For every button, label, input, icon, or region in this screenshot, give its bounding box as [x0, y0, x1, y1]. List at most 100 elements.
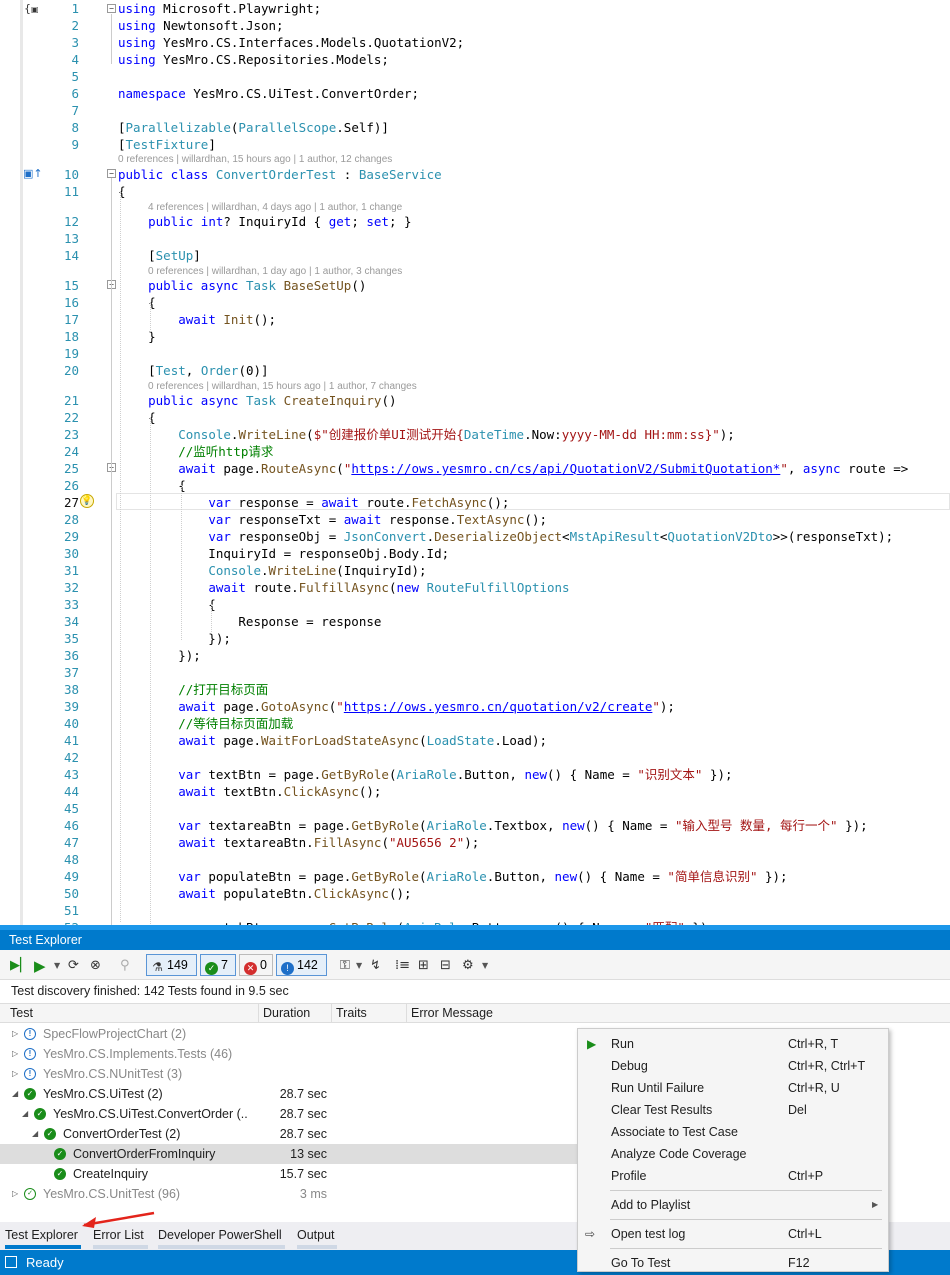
test-tree-row[interactable]: ▷! SpecFlowProjectChart (2) — [0, 1024, 578, 1044]
menu-item-run-until-failure[interactable]: Run Until Failure Ctrl+R, U — [578, 1077, 888, 1099]
code-line[interactable]: namespace YesMro.CS.UiTest.ConvertOrder; — [118, 85, 419, 102]
cancel-run-icon[interactable]: ⊗ — [90, 957, 101, 975]
run-on-build-icon[interactable]: ↯ — [370, 957, 381, 975]
code-line[interactable]: using YesMro.CS.Repositories.Models; — [118, 51, 389, 68]
codelens-info[interactable]: 0 references | willardhan, 15 hours ago … — [148, 381, 417, 392]
code-editor[interactable]: {▣ ▣↑ 💡 1 using Microsoft.Playwright; 2 usi… — [0, 0, 950, 925]
fold-toggle-icon[interactable]: − — [107, 169, 116, 178]
test-tree-row[interactable]: ▷! YesMro.CS.Implements.Tests (46) — [0, 1044, 578, 1064]
run-all-icon[interactable]: ▶▏ — [10, 957, 30, 975]
code-line[interactable]: await page.WaitForLoadStateAsync(LoadSta… — [118, 732, 547, 749]
code-line[interactable]: { — [118, 477, 186, 494]
test-tree-row[interactable]: ✓ ConvertOrderFromInquiry 13 sec — [0, 1144, 578, 1164]
line-number: 23 — [63, 427, 79, 442]
code-line[interactable]: await route.FulfillAsync(new RouteFulfil… — [118, 579, 569, 596]
codelens-info[interactable]: 0 references | willardhan, 1 day ago | 1… — [148, 266, 402, 277]
test-tree-row[interactable]: ◢ ✓ YesMro.CS.UiTest (2) 28.7 sec — [0, 1084, 578, 1104]
codelens-info[interactable]: 0 references | willardhan, 15 hours ago … — [118, 154, 392, 165]
code-line[interactable]: await populateBtn.ClickAsync(); — [118, 885, 411, 902]
run-icon[interactable]: ▶ — [34, 957, 46, 975]
code-line[interactable]: public int? InquiryId { get; set; } — [118, 213, 411, 230]
not-run-tests-filter[interactable]: ! 142 — [276, 954, 327, 976]
code-line[interactable]: var textareaBtn = page.GetByRole(AriaRol… — [118, 817, 867, 834]
tab-test-explorer[interactable]: Test Explorer — [5, 1225, 78, 1245]
code-line[interactable]: //监听http请求 — [118, 443, 273, 460]
fold-toggle-icon[interactable]: − — [107, 4, 116, 13]
code-line[interactable]: using Newtonsoft.Json; — [118, 17, 284, 34]
gear-icon[interactable]: ⚙ — [462, 957, 474, 975]
collapse-arrow-icon[interactable]: ◢ — [32, 1124, 38, 1144]
menu-item-debug[interactable]: Debug Ctrl+R, Ctrl+T — [578, 1055, 888, 1077]
menu-item-associate-to-test-case[interactable]: Associate to Test Case — [578, 1121, 888, 1143]
code-line[interactable]: [TestFixture] — [118, 136, 216, 153]
code-line[interactable]: }); — [118, 630, 231, 647]
code-line[interactable]: InquiryId = responseObj.Body.Id; — [118, 545, 449, 562]
code-line[interactable]: var responseObj = JsonConvert.Deserializ… — [118, 528, 893, 545]
code-line[interactable]: { — [118, 596, 216, 613]
group-by-icon[interactable]: ⁞≡ — [395, 957, 410, 975]
rerun-icon[interactable]: ⟳ — [68, 957, 79, 975]
menu-item-add-to-playlist[interactable]: Add to Playlist ▶ — [578, 1194, 888, 1216]
expand-arrow-icon[interactable]: ▷ — [12, 1044, 18, 1064]
code-line[interactable]: [Test, Order(0)] — [118, 362, 268, 379]
code-line[interactable]: var populateBtn = page.GetByRole(AriaRol… — [118, 868, 787, 885]
column-error-message[interactable]: Error Message — [407, 1004, 950, 1023]
code-line[interactable]: //打开目标页面 — [118, 681, 268, 698]
code-line[interactable]: Console.WriteLine($"创建报价单UI测试开始{DateTime… — [118, 426, 735, 443]
code-line[interactable]: [Parallelizable(ParallelScope.Self)] — [118, 119, 389, 136]
playlist-dropdown-icon[interactable]: ▼ — [356, 957, 362, 975]
playlist-icon[interactable]: ⚿ — [340, 957, 350, 975]
code-line[interactable]: public class ConvertOrderTest : BaseServ… — [118, 166, 442, 183]
menu-item-run[interactable]: ▶ Run Ctrl+R, T — [578, 1033, 888, 1055]
failed-tests-filter[interactable]: ✕ 0 — [239, 954, 273, 976]
test-tree-row[interactable]: ✓ CreateInquiry 15.7 sec — [0, 1164, 578, 1184]
expand-arrow-icon[interactable]: ▷ — [12, 1064, 18, 1084]
code-line[interactable]: }); — [118, 647, 201, 664]
lightbulb-icon[interactable]: 💡 — [80, 494, 94, 508]
menu-item-clear-test-results[interactable]: Clear Test Results Del — [578, 1099, 888, 1121]
code-line[interactable]: await page.RouteAsync("https://ows.yesmr… — [118, 460, 908, 477]
tab-output[interactable]: Output — [297, 1225, 335, 1245]
code-line[interactable]: await page.GotoAsync("https://ows.yesmro… — [118, 698, 675, 715]
code-line[interactable]: await textBtn.ClickAsync(); — [118, 783, 381, 800]
collapse-arrow-icon[interactable]: ◢ — [22, 1104, 28, 1124]
collapse-all-icon[interactable]: ⊟ — [440, 957, 451, 975]
menu-item-profile[interactable]: Profile Ctrl+P — [578, 1165, 888, 1187]
code-line[interactable]: public async Task BaseSetUp() — [118, 277, 366, 294]
column-test[interactable]: Test — [6, 1004, 259, 1023]
code-line[interactable]: await textareaBtn.FillAsync("AU5656 2"); — [118, 834, 479, 851]
expand-arrow-icon[interactable]: ▷ — [12, 1024, 18, 1044]
passed-icon: ✓ — [34, 1108, 46, 1120]
code-line[interactable]: Console.WriteLine(InquiryId); — [118, 562, 426, 579]
passed-tests-filter[interactable]: ✓ 7 — [200, 954, 236, 976]
menu-item-go-to-test[interactable]: Go To Test F12 — [578, 1252, 888, 1274]
column-duration[interactable]: Duration — [259, 1004, 332, 1023]
settings-dropdown-icon[interactable]: ▼ — [482, 957, 488, 975]
column-traits[interactable]: Traits — [332, 1004, 407, 1023]
total-tests-filter[interactable]: ⚗ 149 — [146, 954, 197, 976]
code-line[interactable]: [SetUp] — [118, 247, 201, 264]
code-line[interactable]: await Init(); — [118, 311, 276, 328]
menu-item-analyze-code-coverage[interactable]: Analyze Code Coverage — [578, 1143, 888, 1165]
code-line[interactable]: using YesMro.CS.Interfaces.Models.Quotat… — [118, 34, 464, 51]
menu-item-open-test-log[interactable]: ⇨ Open test log Ctrl+L — [578, 1223, 888, 1245]
expand-arrow-icon[interactable]: ▷ — [12, 1184, 18, 1204]
test-tree-row[interactable]: ▷! YesMro.CS.NUnitTest (3) — [0, 1064, 578, 1084]
expand-all-icon[interactable]: ⊞ — [418, 957, 429, 975]
code-line[interactable]: public async Task CreateInquiry() — [118, 392, 396, 409]
run-dropdown-icon[interactable]: ▼ — [54, 957, 60, 975]
test-tree-row[interactable]: ◢ ✓ ConvertOrderTest (2) 28.7 sec — [0, 1124, 578, 1144]
code-line[interactable]: var response = await route.FetchAsync(); — [118, 494, 509, 511]
collapse-arrow-icon[interactable]: ◢ — [12, 1084, 18, 1104]
test-tree-row[interactable]: ▷ ✓ YesMro.CS.UnitTest (96) 3 ms — [0, 1184, 578, 1204]
test-tree-row[interactable]: ◢ ✓ YesMro.CS.UiTest.ConvertOrder (.. 28.7 … — [0, 1104, 578, 1124]
code-line[interactable]: var textBtn = page.GetByRole(AriaRole.Bu… — [118, 766, 732, 783]
code-line[interactable]: using Microsoft.Playwright; — [118, 0, 321, 17]
code-line[interactable]: //等待目标页面加载 — [118, 715, 293, 732]
code-line[interactable]: Response = response — [118, 613, 381, 630]
tab-developer-powershell[interactable]: Developer PowerShell — [158, 1225, 282, 1245]
code-line[interactable]: var responseTxt = await response.TextAsy… — [118, 511, 547, 528]
line-number: 30 — [63, 546, 79, 561]
filter-icon[interactable]: ⚲ — [120, 957, 130, 975]
codelens-info[interactable]: 4 references | willardhan, 4 days ago | … — [148, 202, 402, 213]
